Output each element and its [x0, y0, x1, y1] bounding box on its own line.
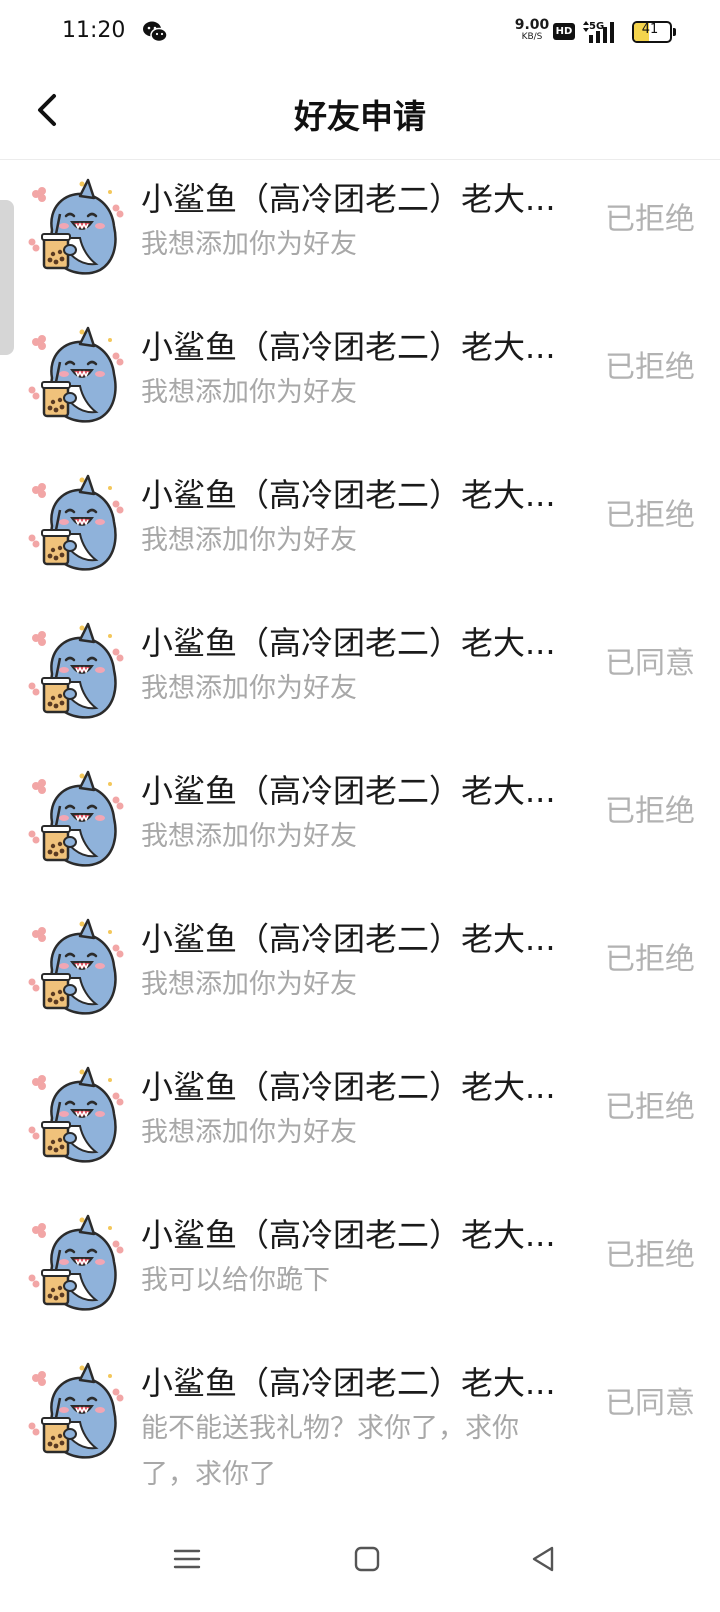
- menu-icon[interactable]: [172, 1544, 202, 1574]
- request-message: 我想添加你为好友: [141, 525, 357, 556]
- battery-level: 41: [641, 22, 659, 37]
- requester-name: 小鲨鱼（高冷团老二）老大...: [141, 624, 556, 662]
- network-label: 5G: [589, 21, 604, 32]
- battery-icon: 41: [632, 21, 676, 43]
- requester-name: 小鲨鱼（高冷团老二）老大...: [141, 1068, 556, 1106]
- avatar[interactable]: [22, 616, 128, 722]
- hd-badge: HD: [553, 23, 575, 40]
- wechat-icon: [143, 21, 168, 43]
- list-item[interactable]: 小鲨鱼（高冷团老二）老大... 我想添加你为好友 已拒绝: [0, 456, 720, 604]
- requester-name: 小鲨鱼（高冷团老二）老大...: [141, 1216, 556, 1254]
- net-speed-unit: KB/S: [521, 32, 543, 42]
- request-status: 已同意: [605, 1386, 695, 1421]
- list-item[interactable]: 小鲨鱼（高冷团老二）老大... 能不能送我礼物？求你了，求你了，求你了 已同意: [0, 1344, 720, 1514]
- home-icon[interactable]: [352, 1544, 382, 1574]
- request-message: 我想添加你为好友: [141, 821, 357, 852]
- signal-icon: 5G: [583, 21, 614, 43]
- request-status: 已同意: [605, 646, 695, 681]
- request-message: 我想添加你为好友: [141, 969, 357, 1000]
- list-item[interactable]: 小鲨鱼（高冷团老二）老大... 我可以给你跪下 已拒绝: [0, 1196, 720, 1344]
- list-item[interactable]: 小鲨鱼（高冷团老二）老大... 我想添加你为好友 已拒绝: [0, 900, 720, 1048]
- back-triangle-icon[interactable]: [528, 1544, 558, 1574]
- requester-name: 小鲨鱼（高冷团老二）老大...: [141, 920, 556, 958]
- requester-name: 小鲨鱼（高冷团老二）老大...: [141, 476, 556, 514]
- system-nav-bar: [0, 1530, 720, 1612]
- requester-name: 小鲨鱼（高冷团老二）老大...: [141, 180, 556, 218]
- net-speed-value: 9.00: [514, 17, 550, 33]
- request-status: 已拒绝: [605, 794, 695, 829]
- request-status: 已拒绝: [605, 202, 695, 237]
- status-time: 11:20: [62, 18, 126, 43]
- request-message: 我想添加你为好友: [141, 673, 357, 704]
- request-status: 已拒绝: [605, 942, 695, 977]
- avatar[interactable]: [22, 764, 128, 870]
- request-message: 能不能送我礼物？求你了，求你了，求你了: [141, 1413, 519, 1490]
- requester-name: 小鲨鱼（高冷团老二）老大...: [141, 772, 556, 810]
- request-status: 已拒绝: [605, 498, 695, 533]
- net-speed: 9.00 KB/S: [512, 18, 552, 42]
- request-message: 我想添加你为好友: [141, 1117, 357, 1148]
- avatar[interactable]: [22, 468, 128, 574]
- status-bar: 11:20 9.00 KB/S HD 5G 41: [0, 0, 720, 66]
- avatar[interactable]: [22, 1208, 128, 1314]
- list-item[interactable]: 小鲨鱼（高冷团老二）老大... 我想添加你为好友 已拒绝: [0, 308, 720, 456]
- list-item[interactable]: 小鲨鱼（高冷团老二）老大... 我想添加你为好友 已拒绝: [0, 752, 720, 900]
- avatar[interactable]: [22, 1356, 128, 1462]
- avatar[interactable]: [22, 172, 128, 278]
- request-message: 我想添加你为好友: [141, 229, 357, 260]
- avatar[interactable]: [22, 1060, 128, 1166]
- request-message: 我可以给你跪下: [141, 1265, 330, 1296]
- list-item[interactable]: 小鲨鱼（高冷团老二）老大... 我想添加你为好友 已拒绝: [0, 1048, 720, 1196]
- page-title: 好友申请: [294, 97, 426, 136]
- requester-name: 小鲨鱼（高冷团老二）老大...: [141, 328, 556, 366]
- nav-header: 好友申请: [0, 66, 720, 160]
- list-item[interactable]: 小鲨鱼（高冷团老二）老大... 我想添加你为好友 已拒绝: [0, 160, 720, 308]
- request-message: 我想添加你为好友: [141, 377, 357, 408]
- list-item[interactable]: 小鲨鱼（高冷团老二）老大... 我想添加你为好友 已同意: [0, 604, 720, 752]
- friend-request-list: 小鲨鱼（高冷团老二）老大... 我想添加你为好友 已拒绝 小鲨鱼（高冷团老二）老…: [0, 160, 720, 1514]
- avatar[interactable]: [22, 320, 128, 426]
- requester-name: 小鲨鱼（高冷团老二）老大...: [141, 1364, 556, 1402]
- request-status: 已拒绝: [605, 350, 695, 385]
- request-status: 已拒绝: [605, 1090, 695, 1125]
- avatar[interactable]: [22, 912, 128, 1018]
- request-status: 已拒绝: [605, 1238, 695, 1273]
